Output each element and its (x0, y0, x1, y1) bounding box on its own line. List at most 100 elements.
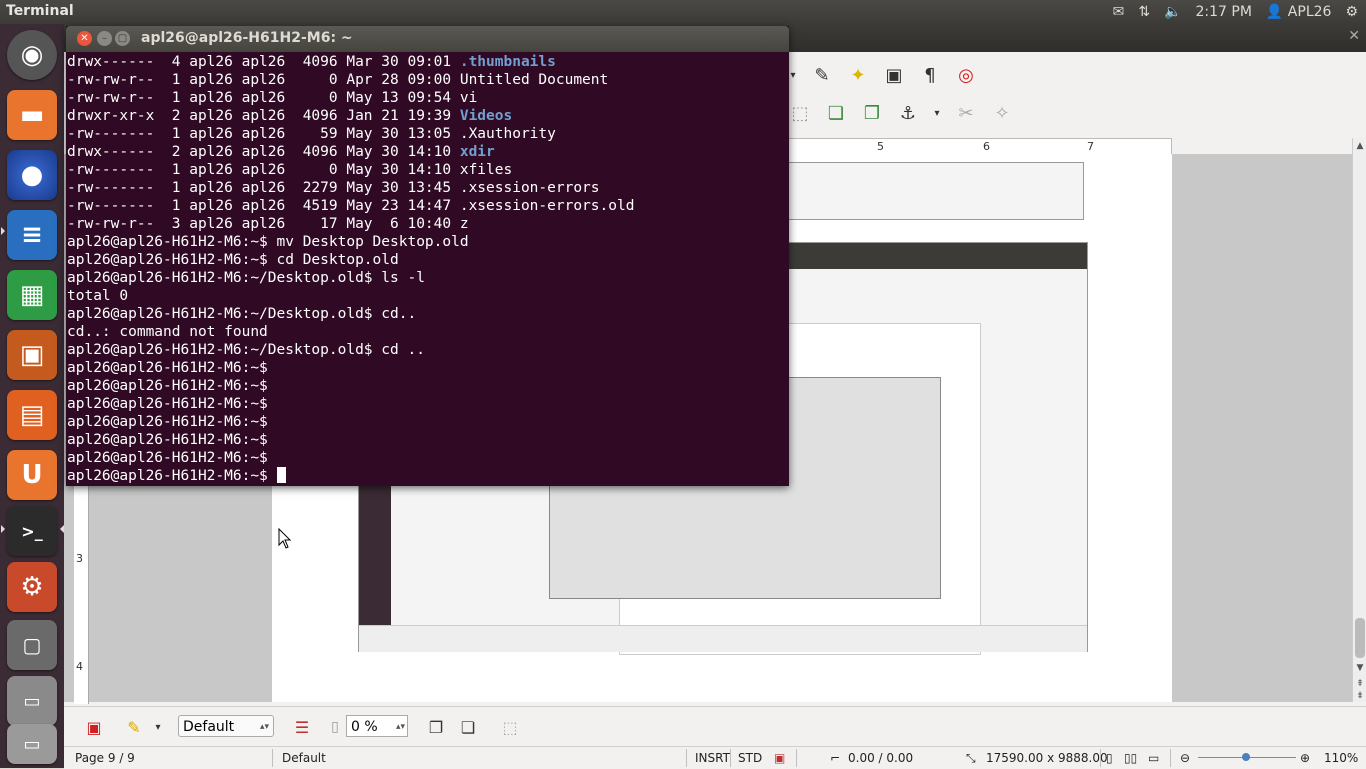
zoom-level[interactable]: 110% (1324, 751, 1358, 765)
files-icon[interactable]: ▬ (7, 90, 57, 140)
terminal-line: apl26@apl26-H61H2-M6:~$ (67, 431, 787, 449)
terminal-icon[interactable]: >_ (7, 506, 57, 556)
chevron-down-icon[interactable]: ▾ (932, 101, 942, 125)
terminal-line-text: apl26@apl26-H61H2-M6:~$ (67, 450, 268, 466)
zoom-slider[interactable] (1198, 753, 1296, 761)
terminal-line-text: cd..: command not found (67, 324, 268, 340)
single-page-view-icon[interactable]: ▯ (1106, 751, 1113, 765)
edit-file-icon[interactable]: ✎ (810, 63, 834, 87)
terminal-titlebar[interactable]: ✕ – ▢ apl26@apl26-H61H2-M6: ~ (66, 26, 789, 52)
bring-front-icon[interactable]: ❏ (824, 101, 848, 125)
user-name: APL26 (1287, 4, 1332, 20)
terminal-line: apl26@apl26-H61H2-M6:~/Desktop.old$ cd.. (67, 305, 787, 323)
terminal-prompt-line[interactable]: apl26@apl26-H61H2-M6:~$ (67, 467, 787, 485)
ubuntu-home-icon[interactable]: ◉ (7, 30, 57, 80)
page-style[interactable]: Default (282, 751, 326, 765)
gallery-icon[interactable]: ▣ (882, 63, 906, 87)
ruler-mark: 5 (877, 140, 884, 153)
image-properties-icon[interactable]: ⬚ (498, 715, 522, 739)
terminal-line-text: apl26@apl26-H61H2-M6:~/Desktop.old$ cd .… (67, 342, 425, 358)
page-count[interactable]: Page 9 / 9 (75, 751, 135, 765)
terminal-line-text: -rw-rw-r-- 1 apl26 apl26 0 Apr 28 09:00 … (67, 72, 609, 88)
impress-icon[interactable]: ▣ (7, 330, 57, 380)
system-settings-icon[interactable]: ⚙ (7, 562, 57, 612)
filter-icon[interactable]: ▣ (82, 715, 106, 739)
send-back-icon[interactable]: ❐ (860, 101, 884, 125)
page-up-icon[interactable]: ⇞ (1354, 678, 1366, 690)
standard-toolbar: ▾ ✎ ✦ ▣ ¶ ◎ (788, 60, 978, 90)
graphics-mode-select[interactable]: Default ▴▾ (178, 715, 274, 737)
writer-icon[interactable]: ≡ (7, 210, 57, 260)
terminal-line-text: apl26@apl26-H61H2-M6:~$ (67, 396, 268, 412)
terminal-prompt: apl26@apl26-H61H2-M6:~$ (67, 468, 277, 484)
book-view-icon[interactable]: ▭ (1148, 751, 1159, 765)
gear-icon[interactable]: ⚙ (1345, 4, 1358, 20)
directory-name: Videos (459, 108, 513, 124)
directory-name: .thumbnails (459, 54, 556, 70)
terminal-window[interactable]: ✕ – ▢ apl26@apl26-H61H2-M6: ~ drwx------… (66, 26, 789, 486)
terminal-line: apl26@apl26-H61H2-M6:~/Desktop.old$ cd .… (67, 341, 787, 359)
trash-icon[interactable]: ▭ (7, 724, 57, 764)
close-button[interactable]: ✕ (77, 31, 92, 46)
scroll-down-icon[interactable]: ▼ (1354, 662, 1366, 674)
mail-icon[interactable]: ✉ (1113, 4, 1125, 20)
terminal-running-indicator (1, 525, 5, 533)
divider (796, 749, 797, 767)
user-menu[interactable]: 👤 APL26 (1266, 4, 1332, 20)
minimize-button[interactable]: – (97, 31, 112, 46)
page-down-icon[interactable]: ⇟ (1354, 690, 1366, 702)
zoom-in-icon[interactable]: ⊕ (1300, 751, 1310, 765)
crop-icon[interactable]: ❐ (424, 715, 448, 739)
signature-icon[interactable]: ▣ (774, 751, 785, 765)
zoom-out-icon[interactable]: ⊖ (1180, 751, 1190, 765)
terminal-line-text: apl26@apl26-H61H2-M6:~/Desktop.old$ ls -… (67, 270, 425, 286)
embedded-screenshot-top (788, 162, 1084, 220)
frame-toolbar: ⬚ ❏ ❐ ⚓ ▾ ✂ ✧ (788, 98, 1014, 128)
chevron-updown-icon[interactable]: ▴▾ (396, 716, 405, 738)
terminal-line: apl26@apl26-H61H2-M6:~$ (67, 413, 787, 431)
ruler-mark: 4 (76, 660, 83, 673)
terminal-line-text: apl26@apl26-H61H2-M6:~$ mv Desktop Deskt… (67, 234, 469, 250)
terminal-line: -rw------- 1 apl26 apl26 4519 May 23 14:… (67, 197, 787, 215)
zoom-slider-thumb[interactable] (1242, 753, 1250, 761)
terminal-line: apl26@apl26-H61H2-M6:~$ mv Desktop Deskt… (67, 233, 787, 251)
scroll-thumb[interactable] (1355, 618, 1365, 658)
terminal-line: -rw------- 1 apl26 apl26 2279 May 30 13:… (67, 179, 787, 197)
network-icon[interactable]: ⇅ (1138, 4, 1150, 20)
vertical-ruler[interactable]: 3 4 (74, 484, 89, 704)
close-icon[interactable]: ✕ (1348, 28, 1360, 44)
volume-icon[interactable]: 🔈 (1164, 4, 1181, 20)
chevron-down-icon[interactable]: ▾ (152, 715, 164, 739)
color-icon[interactable]: ☰ (290, 715, 314, 739)
transparency-field[interactable]: 0 % ▴▾ (346, 715, 408, 737)
vertical-scrollbar[interactable]: ▲ ▼ ⇞ ⇟ (1352, 138, 1366, 702)
wand-icon[interactable]: ✎ (122, 715, 146, 739)
clock[interactable]: 2:17 PM (1195, 4, 1251, 20)
multi-page-view-icon[interactable]: ▯▯ (1124, 751, 1137, 765)
navigator-icon[interactable]: ✦ (846, 63, 870, 87)
transparency-value: 0 % (351, 719, 378, 735)
maximize-button[interactable]: ▢ (115, 31, 130, 46)
size-icon: ⤡ (966, 751, 976, 765)
scroll-up-icon[interactable]: ▲ (1354, 140, 1366, 152)
terminal-line-text: drwxr-xr-x 2 apl26 apl26 4096 Jan 21 19:… (67, 108, 460, 124)
wrap-icon[interactable]: ⬚ (788, 101, 812, 125)
chevron-down-icon[interactable]: ▾ (788, 63, 798, 87)
position-icon: ⌐ (830, 751, 841, 765)
ubuntu-one-icon[interactable]: U (7, 450, 57, 500)
ungroup-icon[interactable]: ✂ (954, 101, 978, 125)
firefox-icon[interactable]: ● (7, 150, 57, 200)
formatting-marks-icon[interactable]: ¶ (918, 63, 942, 87)
workspace-switcher-icon[interactable]: ▢ (7, 620, 57, 670)
insert-mode[interactable]: INSRT (695, 751, 730, 765)
crop-dialog-icon[interactable]: ❏ (456, 715, 480, 739)
software-center-icon[interactable]: ▤ (7, 390, 57, 440)
contour-icon[interactable]: ✧ (990, 101, 1014, 125)
selection-mode[interactable]: STD (738, 751, 762, 765)
terminal-output[interactable]: drwx------ 4 apl26 apl26 4096 Mar 30 09:… (67, 53, 787, 486)
drive-icon[interactable]: ▭ (7, 676, 57, 726)
launcher: ◉ ▬ ● ≡ ▦ ▣ ▤ U >_ ⚙ ▢ ▭ ▭ (0, 24, 65, 768)
help-icon[interactable]: ◎ (954, 63, 978, 87)
calc-icon[interactable]: ▦ (7, 270, 57, 320)
anchor-icon[interactable]: ⚓ (896, 101, 920, 125)
